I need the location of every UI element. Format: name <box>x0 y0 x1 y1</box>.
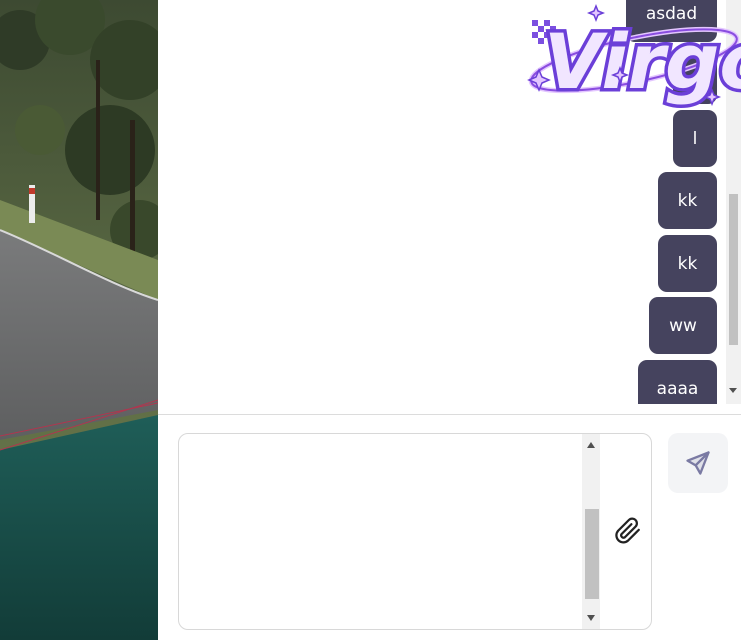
paperclip-icon[interactable] <box>612 515 642 547</box>
message-bubble: ww <box>649 297 717 354</box>
chat-messages[interactable]: asdad l kk kk ww aaaa <box>158 0 741 404</box>
chat-scrollbar[interactable] <box>726 0 741 404</box>
composer-scrollbar[interactable] <box>582 434 600 629</box>
chat-scrollbar-thumb[interactable] <box>729 194 738 345</box>
send-icon <box>686 451 710 475</box>
message-bubble: l <box>673 110 717 167</box>
background-photo <box>0 0 158 640</box>
message-bubble: kk <box>658 172 717 229</box>
message-bubble: kk <box>658 235 717 292</box>
composer-scrollbar-thumb[interactable] <box>585 509 599 599</box>
message-bubble: aaaa <box>638 360 717 404</box>
send-button[interactable] <box>668 433 728 493</box>
divider <box>158 414 741 415</box>
scroll-up-arrow[interactable] <box>587 442 595 448</box>
scroll-down-arrow[interactable] <box>729 388 737 393</box>
message-input[interactable] <box>179 434 581 629</box>
message-bubble <box>673 60 717 104</box>
message-composer <box>178 433 652 630</box>
message-bubble: asdad <box>626 0 717 42</box>
scroll-down-arrow[interactable] <box>587 615 595 621</box>
